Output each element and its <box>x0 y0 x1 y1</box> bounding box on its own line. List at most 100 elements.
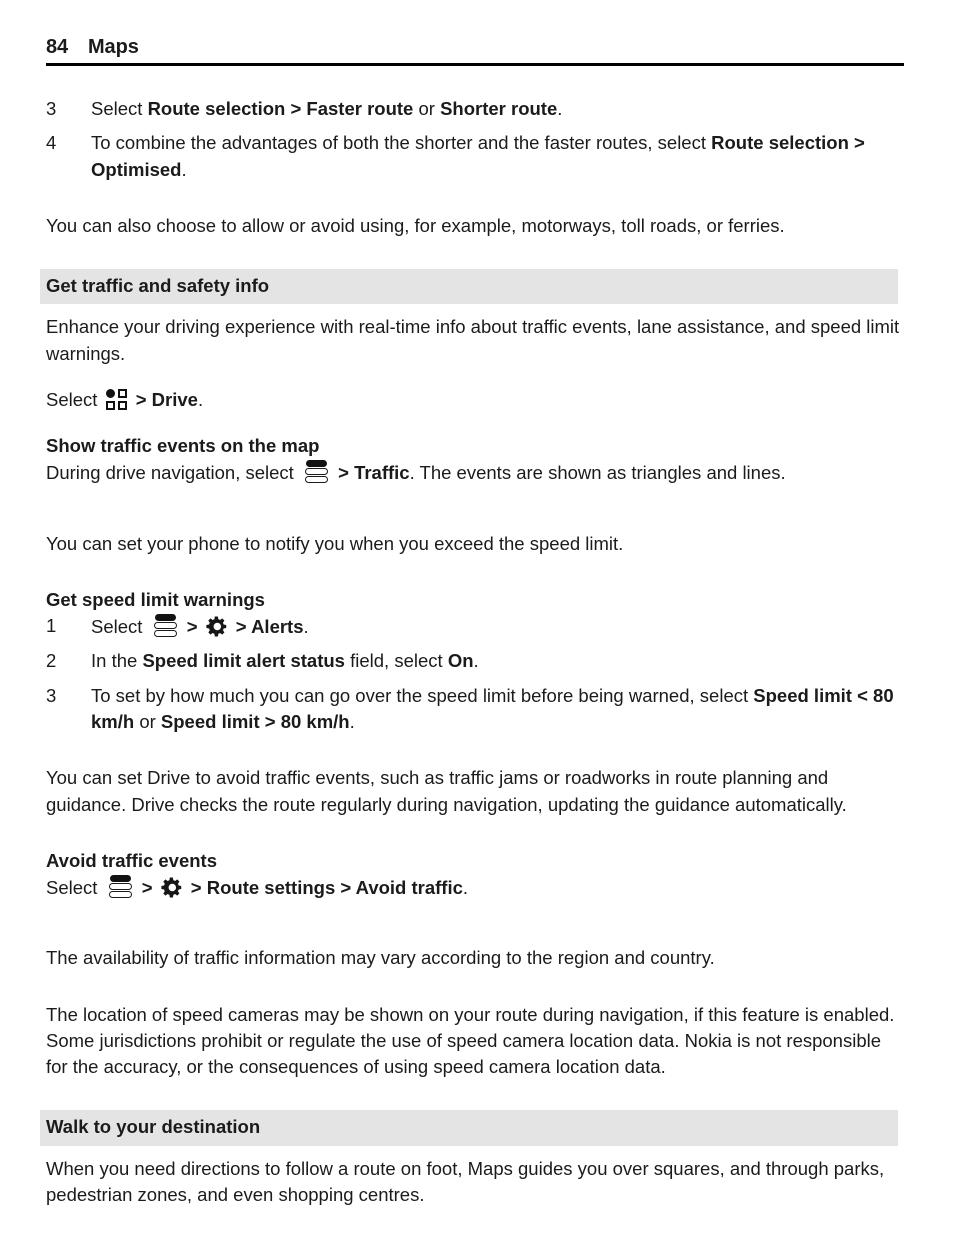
section-heading-walk-destination: Walk to your destination <box>40 1110 898 1146</box>
drive-menu-icon <box>107 874 134 899</box>
sl-step1-prefix: Select <box>91 616 148 638</box>
step3-separator-1: > <box>285 98 307 119</box>
bold-drive: Drive <box>151 388 198 410</box>
sl-step3-line1: To set by how much you can go over the s… <box>91 684 749 706</box>
gear-icon <box>206 615 229 638</box>
step-number: 2 <box>46 650 57 672</box>
step3-prefix: Select <box>91 98 148 119</box>
bold-route-settings: Route settings <box>206 877 336 899</box>
route-selection-steps: 3 Select Route selection > Faster route … <box>46 96 904 183</box>
sl-step1-separator-2: > <box>230 616 252 638</box>
sl-step2-prefix: In the <box>91 650 143 672</box>
paragraph-availability: The availability of traffic information … <box>46 947 715 969</box>
paragraph-speed-cameras: The location of speed cameras may be sho… <box>46 1003 895 1078</box>
list-item: 3 To set by how much you can go over the… <box>46 683 904 736</box>
list-item: 4 To combine the advantages of both the … <box>46 130 904 183</box>
instruction-show-traffic: During drive navigation, select > Traffi… <box>46 459 904 486</box>
bold-on: On <box>447 650 474 672</box>
header-rule <box>46 63 904 66</box>
step-text: Select Route selection > Faster route or… <box>91 96 904 122</box>
step-text: In the Speed limit alert status field, s… <box>91 648 904 674</box>
step-text: Select > > Alerts. <box>91 613 904 640</box>
header-line: 84 Maps <box>46 36 904 59</box>
subheading-avoid-traffic-events: Avoid traffic events <box>46 849 217 871</box>
page-header: 84 Maps <box>46 36 904 66</box>
drive-separator: > <box>130 388 152 410</box>
step4-suffix: . <box>181 158 187 180</box>
drive-suffix: . <box>197 388 204 410</box>
paragraph-allow-avoid: You can also choose to allow or avoid us… <box>46 214 785 236</box>
section-heading-traffic-safety: Get traffic and safety info <box>40 269 898 305</box>
step-number: 3 <box>46 98 57 119</box>
select-word: Select <box>46 388 98 410</box>
step4-line1: To combine the advantages of both the sh… <box>91 132 706 154</box>
step-number: 3 <box>46 684 57 706</box>
section-heading-label: Walk to your destination <box>46 1116 261 1138</box>
paragraph-enhance-driving: Enhance your driving experience with rea… <box>46 316 900 364</box>
bold-traffic: Traffic <box>354 462 410 484</box>
step3-conjunction: or <box>413 98 441 119</box>
speed-limit-steps: 1 Select > > Alerts. 2 In the Speed limi… <box>46 613 904 735</box>
section-heading-label: Get traffic and safety info <box>46 275 270 297</box>
step3-bold-shorter-route: Shorter route <box>440 98 558 119</box>
avoid-separator-2: > <box>185 877 207 899</box>
paragraph-notify-speed-limit: You can set your phone to notify you whe… <box>46 532 624 554</box>
page-content: 3 Select Route selection > Faster route … <box>40 96 904 1208</box>
avoid-suffix: . <box>462 877 469 899</box>
subheading-speed-limit-warnings: Get speed limit warnings <box>46 588 265 610</box>
sl-step2-suffix: . <box>473 650 479 672</box>
list-item: 2 In the Speed limit alert status field,… <box>46 648 904 674</box>
instruction-avoid-traffic: Select > > Route settings > Avoid traffi… <box>46 874 904 901</box>
sl-step1-suffix: . <box>303 616 309 638</box>
step4-separator-1: > <box>848 132 865 154</box>
sl-step3-mid: or <box>134 710 161 732</box>
step-text: To combine the advantages of both the sh… <box>91 130 904 183</box>
subheading-show-traffic-events: Show traffic events on the map <box>46 435 320 457</box>
show-traffic-separator: > <box>332 462 355 484</box>
step-text: To set by how much you can go over the s… <box>91 683 904 736</box>
page-number: 84 <box>46 36 69 58</box>
step4-bold-route-selection: Route selection <box>711 132 849 154</box>
gear-icon <box>161 876 184 899</box>
step3-suffix: . <box>557 98 563 119</box>
bold-alerts: Alerts <box>251 616 304 638</box>
avoid-prefix: Select <box>46 877 103 899</box>
sl-step2-mid: field, select <box>344 650 448 672</box>
bold-speed-limit-alert-status: Speed limit alert status <box>142 650 345 672</box>
sl-step1-separator-1: > <box>181 616 203 638</box>
chapter-title: Maps <box>88 36 139 58</box>
drive-menu-icon <box>152 613 179 638</box>
paragraph-walk-directions: When you need directions to follow a rou… <box>46 1157 885 1205</box>
show-traffic-suffix: . The events are shown as triangles and … <box>409 462 786 484</box>
step-number: 4 <box>46 132 57 154</box>
avoid-separator-1: > <box>136 877 158 899</box>
list-item: 1 Select > > Alerts. <box>46 613 904 640</box>
bold-speed-limit-over-80: Speed limit > 80 km/h <box>160 710 350 732</box>
avoid-separator-3: > <box>335 877 356 899</box>
step3-bold-faster-route: Faster route <box>306 98 414 119</box>
show-traffic-prefix: During drive navigation, select <box>46 462 299 484</box>
list-item: 3 Select Route selection > Faster route … <box>46 96 904 122</box>
drive-menu-icon <box>303 459 330 484</box>
instruction-select-drive: Select > Drive. <box>46 387 904 413</box>
paragraph-avoid-traffic-intro: You can set Drive to avoid traffic event… <box>46 767 847 815</box>
sl-step3-suffix: . <box>349 710 355 732</box>
step-number: 1 <box>46 615 57 637</box>
bold-avoid-traffic: Avoid traffic <box>355 877 463 899</box>
document-page: 84 Maps 3 Select Route selection > Faste… <box>0 0 954 1258</box>
step3-bold-route-selection: Route selection <box>147 98 286 119</box>
step4-bold-optimised: Optimised <box>91 158 182 180</box>
